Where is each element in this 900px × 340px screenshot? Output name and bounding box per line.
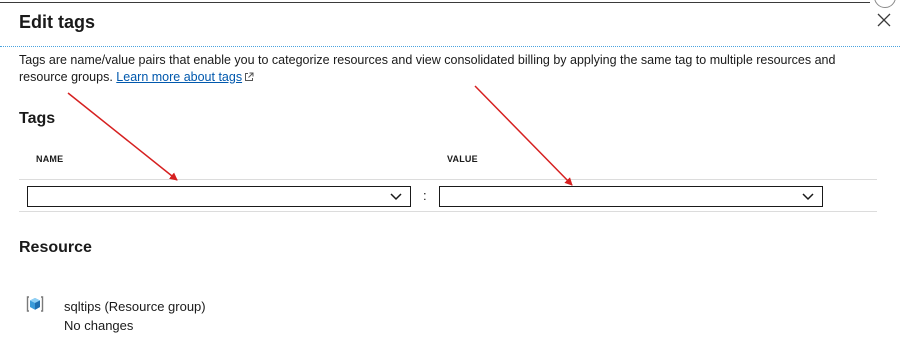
- annotation-arrow-value: [474, 85, 573, 186]
- tags-section-heading: Tags: [19, 110, 56, 127]
- chevron-down-icon: [802, 193, 814, 201]
- tag-name-combobox[interactable]: [27, 186, 411, 207]
- window-corner-decoration: [874, 0, 896, 8]
- resource-section-heading: Resource: [19, 239, 92, 256]
- blade-title: Edit tags: [19, 12, 96, 32]
- tags-description: Tags are name/value pairs that enable yo…: [19, 52, 879, 86]
- resource-group-icon: [26, 296, 44, 312]
- annotation-arrows: [67, 85, 573, 186]
- resource-status: No changes: [64, 318, 134, 333]
- tag-value-combobox[interactable]: [439, 186, 823, 207]
- window-top-border: [0, 0, 900, 4]
- name-value-separator: :: [423, 188, 427, 203]
- value-column-header: VALUE: [447, 154, 478, 164]
- tag-row-bottom-divider: [19, 211, 877, 212]
- header-separator: [0, 46, 900, 47]
- close-button[interactable]: [873, 9, 895, 31]
- name-column-header: NAME: [36, 154, 64, 164]
- close-icon: [877, 13, 891, 27]
- chevron-down-icon: [390, 193, 402, 201]
- annotation-arrow-name: [67, 92, 178, 181]
- resource-name: sqltips (Resource group): [64, 299, 206, 314]
- tag-row-top-divider: [19, 179, 877, 180]
- external-link-icon: [245, 72, 254, 81]
- learn-more-link[interactable]: Learn more about tags: [116, 70, 242, 84]
